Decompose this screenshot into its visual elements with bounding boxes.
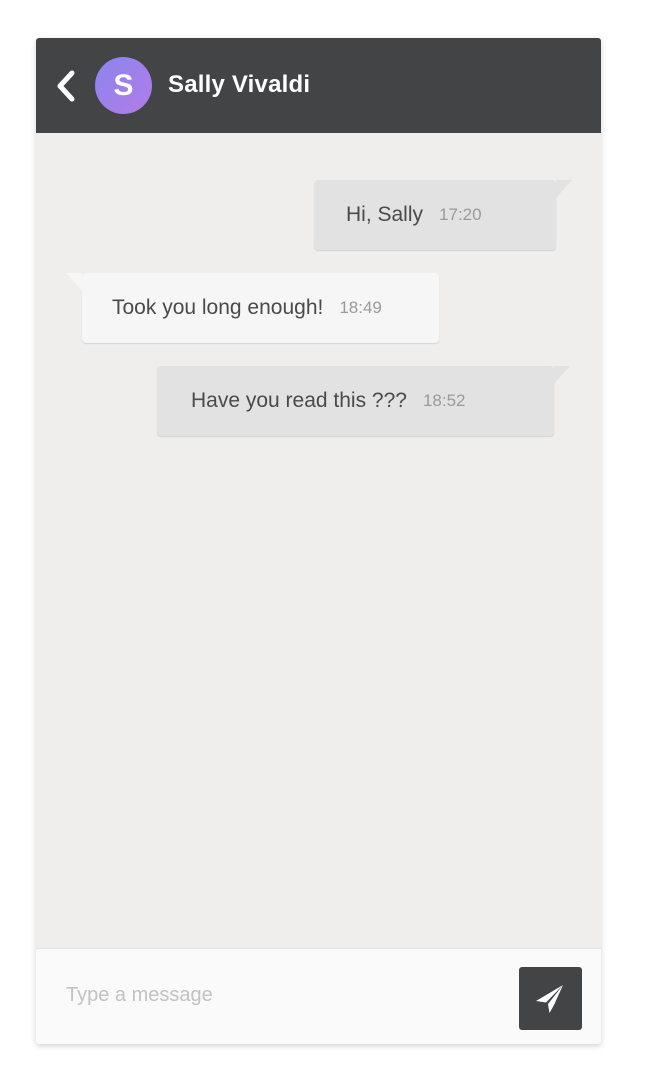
message-composer	[36, 948, 601, 1044]
message-bubble-outgoing[interactable]: Have you read this ??? 18:52	[157, 366, 570, 436]
message-input[interactable]	[56, 975, 516, 1015]
message-text: Hi, Sally	[346, 203, 424, 226]
message-time: 18:52	[422, 391, 466, 410]
chat-header: S Sally Vivaldi	[36, 38, 601, 133]
message-list: Hi, Sally 17:20 Took you long enough! 18…	[36, 133, 601, 948]
contact-name: Sally Vivaldi	[168, 71, 311, 98]
message-time: 18:49	[339, 298, 382, 317]
bubble-tail	[556, 180, 572, 198]
bubble-tail	[554, 366, 570, 384]
chevron-left-icon	[57, 70, 75, 102]
chat-window: S Sally Vivaldi Hi, Sally 17:20 Took you…	[36, 38, 601, 1044]
bubble-tail	[66, 273, 82, 291]
message-time: 17:20	[439, 205, 482, 224]
message-bubble-incoming[interactable]: Took you long enough! 18:49	[66, 273, 439, 343]
message-text: Took you long enough!	[112, 296, 324, 319]
paper-plane-icon	[536, 985, 563, 1013]
avatar[interactable]: S	[95, 57, 152, 114]
send-button[interactable]	[519, 967, 582, 1030]
back-button[interactable]	[52, 68, 80, 104]
message-text: Have you read this ???	[191, 389, 407, 412]
message-bubble-outgoing[interactable]: Hi, Sally 17:20	[314, 180, 572, 250]
